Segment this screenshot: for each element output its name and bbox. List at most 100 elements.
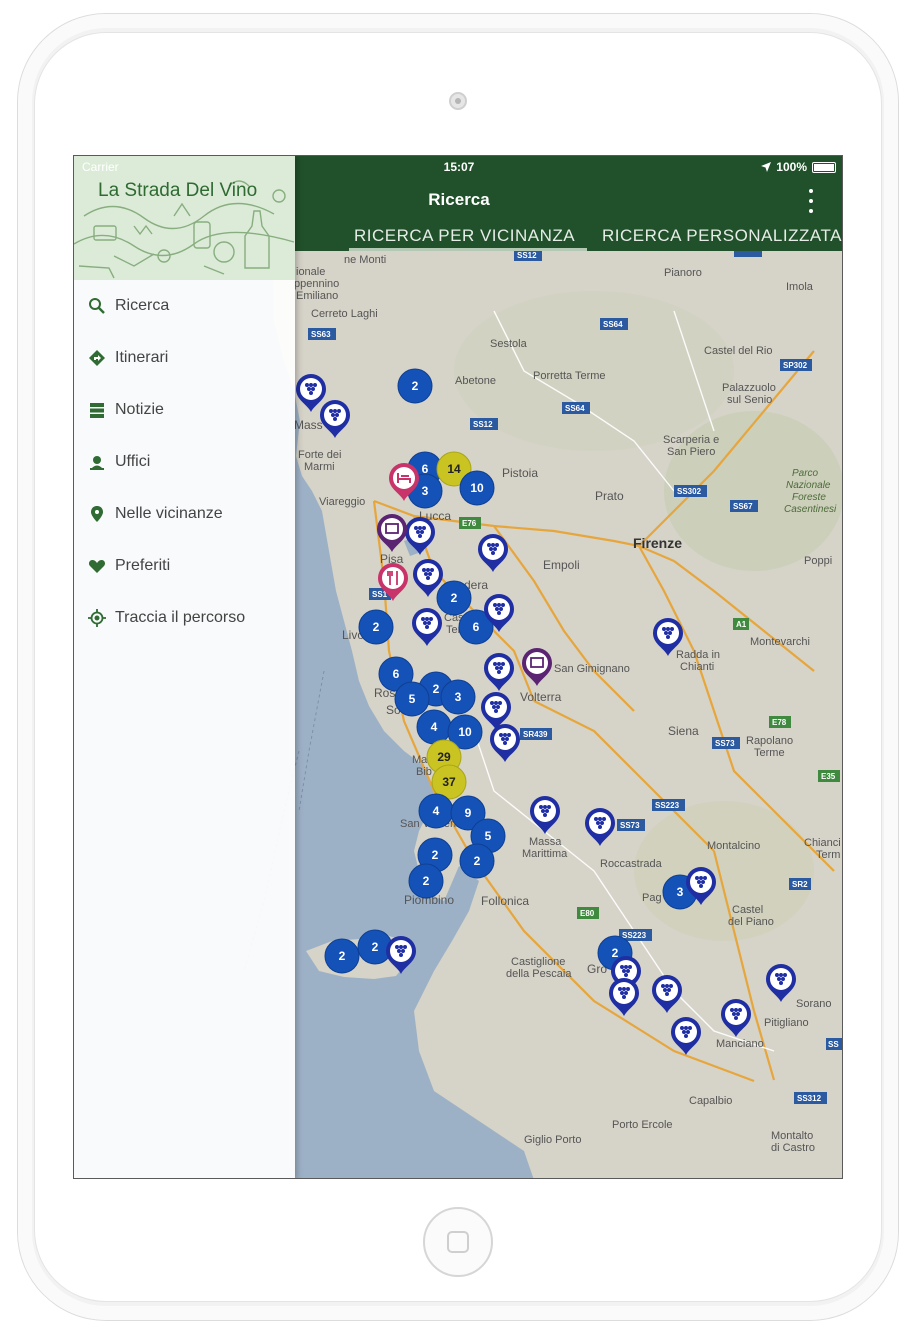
road-shield: E80 <box>577 907 599 919</box>
place-label: Empoli <box>543 558 580 572</box>
svg-text:SS312: SS312 <box>797 1094 822 1103</box>
cluster-marker[interactable]: 4 <box>416 709 452 745</box>
place-label: San Piero <box>667 446 715 458</box>
svg-text:SS73: SS73 <box>620 821 640 830</box>
cluster-marker[interactable]: 2 <box>408 863 444 899</box>
place-label: Rapolano <box>746 735 793 747</box>
place-label: Sorano <box>796 998 831 1010</box>
place-label: Porretta Terme <box>533 370 606 382</box>
heart-icon <box>88 557 106 575</box>
tab-ricerca-per-vicinanza[interactable]: RICERCA PER VICINANZA <box>354 226 575 246</box>
menu-item-itinerari[interactable]: Itinerari <box>74 332 295 384</box>
road-shield: SS67 <box>730 500 758 512</box>
svg-text:SS73: SS73 <box>715 739 735 748</box>
svg-text:SR2: SR2 <box>792 880 808 889</box>
drawer-title: La Strada Del Vino <box>98 180 258 201</box>
svg-text:E80: E80 <box>580 909 595 918</box>
cluster-marker[interactable]: 5 <box>394 681 430 717</box>
cluster-count: 2 <box>432 848 439 862</box>
place-label: Nazionale <box>786 480 831 491</box>
cluster-marker[interactable]: 2 <box>324 938 360 974</box>
place-label: Roccastrada <box>600 858 663 870</box>
svg-text:SS223: SS223 <box>622 931 647 940</box>
cluster-count: 29 <box>437 750 451 764</box>
cluster-count: 6 <box>393 667 400 681</box>
cluster-count: 2 <box>339 949 346 963</box>
drawer-header-illustration <box>74 180 295 279</box>
place-label: Pitigliano <box>764 1017 809 1029</box>
cluster-marker[interactable]: 4 <box>418 793 454 829</box>
place-label: sul Senio <box>727 394 772 406</box>
place-label: Marmi <box>304 461 335 473</box>
place-label: Palazzuolo <box>722 382 776 394</box>
svg-text:SS223: SS223 <box>655 801 680 810</box>
cluster-marker[interactable]: 10 <box>459 470 495 506</box>
cluster-count: 5 <box>485 829 492 843</box>
road-shield: SS12 <box>514 251 542 261</box>
home-button[interactable] <box>423 1207 493 1277</box>
place-label: Follonica <box>481 894 529 908</box>
cluster-count: 3 <box>422 484 429 498</box>
place-label: Poppi <box>804 555 832 567</box>
svg-text:SS64: SS64 <box>565 404 585 413</box>
cluster-count: 2 <box>451 591 458 605</box>
drawer-menu: Ricerca Itinerari Notizie Uffici Nelle v… <box>74 280 295 644</box>
place-label: Radda in <box>676 649 720 661</box>
road-shield: E78 <box>769 716 791 728</box>
road-shield <box>734 251 762 257</box>
svg-text:SR439: SR439 <box>523 730 548 739</box>
menu-item-notizie[interactable]: Notizie <box>74 384 295 436</box>
cluster-count: 10 <box>458 725 472 739</box>
road-shield: SR439 <box>520 728 552 740</box>
place-label: Viareggio <box>319 496 365 508</box>
cluster-marker[interactable]: 2 <box>358 609 394 645</box>
menu-item-uffici[interactable]: Uffici <box>74 436 295 488</box>
place-label: Scarperia e <box>663 434 719 446</box>
road-shield: SS64 <box>562 402 590 414</box>
place-label: Foreste <box>792 492 826 503</box>
cluster-marker[interactable]: 2 <box>397 368 433 404</box>
cluster-marker[interactable]: 2 <box>436 580 472 616</box>
place-label: Pag <box>642 892 662 904</box>
place-label: Firenze <box>633 535 682 551</box>
tab-ricerca-personalizzata[interactable]: RICERCA PERSONALIZZATA <box>602 226 842 246</box>
place-label: ne Monti <box>344 254 386 266</box>
road-shield: A1 <box>733 618 749 630</box>
svg-text:A1: A1 <box>736 620 747 629</box>
cluster-marker[interactable]: 3 <box>440 679 476 715</box>
home-square-icon <box>447 1231 469 1253</box>
menu-item-traccia-il-percorso[interactable]: Traccia il percorso <box>74 592 295 644</box>
menu-item-ricerca[interactable]: Ricerca <box>74 280 295 332</box>
active-tab-indicator <box>349 248 587 251</box>
place-label: Montalto <box>771 1130 813 1142</box>
svg-text:SS302: SS302 <box>677 487 702 496</box>
overflow-menu-icon[interactable] <box>806 189 816 213</box>
cluster-count: 2 <box>474 854 481 868</box>
cluster-count: 10 <box>470 481 484 495</box>
road-shield: SR2 <box>789 878 811 890</box>
place-label: Ma <box>412 754 428 766</box>
place-label: Prato <box>595 489 624 503</box>
place-label: Imola <box>786 281 814 293</box>
cluster-marker[interactable]: 2 <box>459 843 495 879</box>
svg-text:SP302: SP302 <box>783 361 808 370</box>
location-pin-icon <box>88 505 106 523</box>
place-label: Montevarchi <box>750 636 810 648</box>
cluster-count: 37 <box>442 775 456 789</box>
place-label: San Gimignano <box>554 663 630 675</box>
menu-item-nelle-vicinanze[interactable]: Nelle vicinanze <box>74 488 295 540</box>
menu-item-preferiti[interactable]: Preferiti <box>74 540 295 592</box>
place-label: Bib <box>416 766 432 778</box>
place-label: Term <box>816 849 840 861</box>
cluster-count: 2 <box>423 874 430 888</box>
svg-text:E78: E78 <box>772 718 787 727</box>
cluster-count: 2 <box>612 946 619 960</box>
menu-item-label: Uffici <box>115 453 151 470</box>
battery-icon <box>812 161 836 173</box>
place-label: Sestola <box>490 338 528 350</box>
place-label: Emiliano <box>296 290 338 302</box>
place-label: Marittima <box>522 848 568 860</box>
svg-text:SS67: SS67 <box>733 502 753 511</box>
menu-item-label: Notizie <box>115 401 164 418</box>
place-label: Castel del Rio <box>704 345 772 357</box>
